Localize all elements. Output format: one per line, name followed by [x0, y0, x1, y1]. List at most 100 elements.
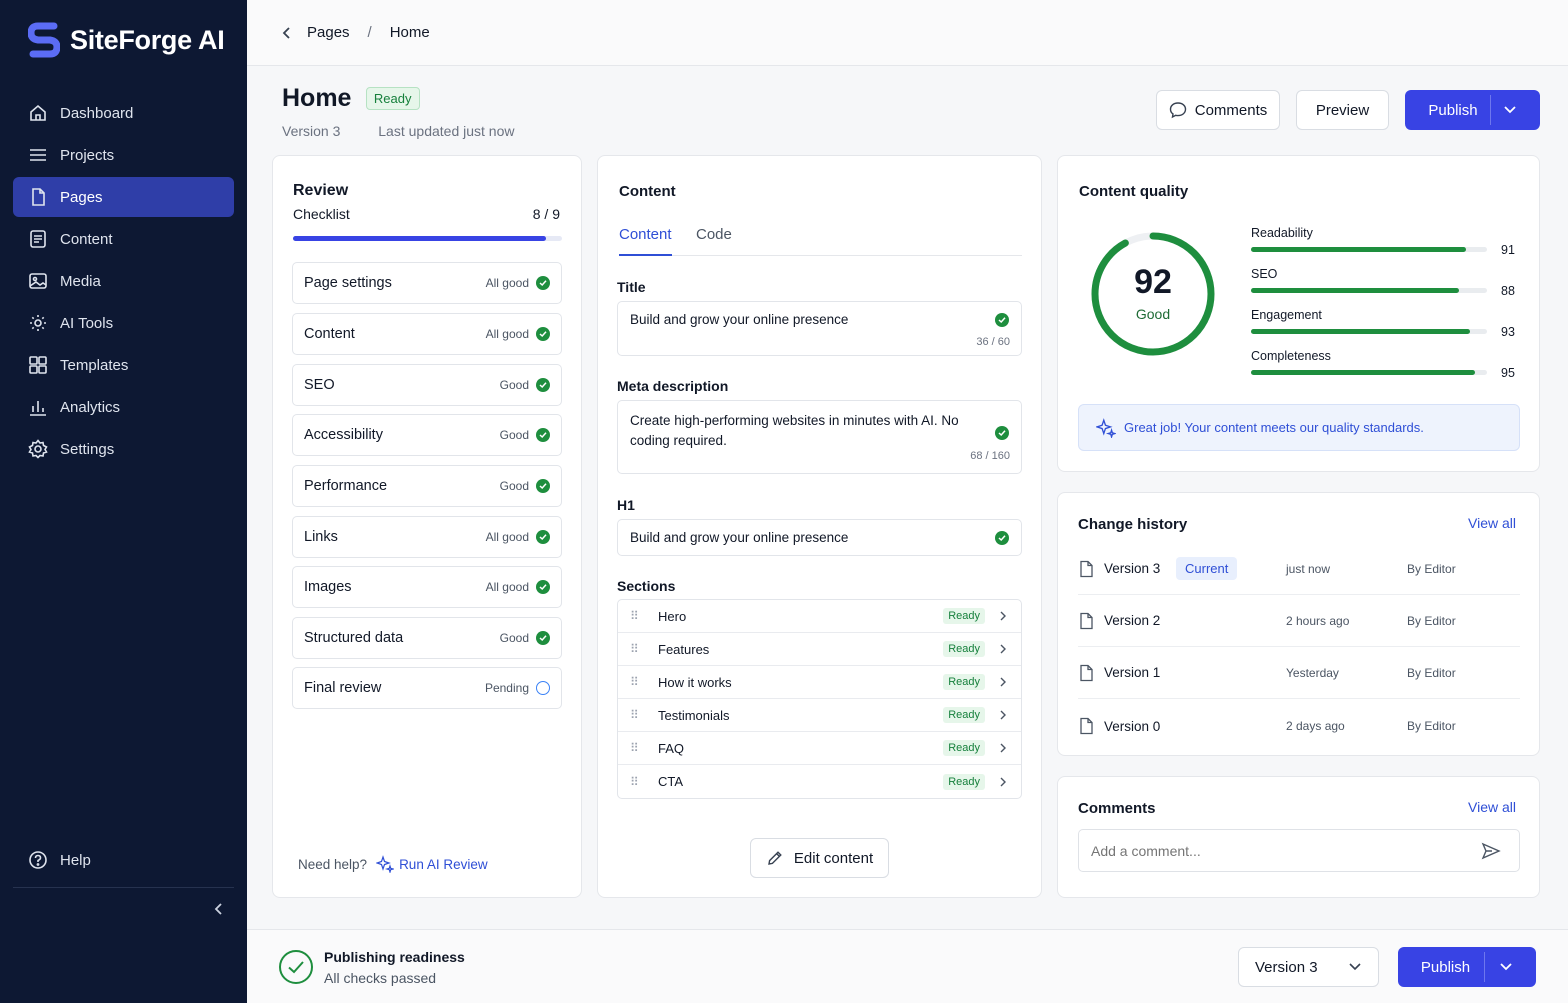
- back-button[interactable]: [277, 23, 297, 43]
- check-item-status: Good: [499, 428, 529, 442]
- gear-icon: [28, 439, 48, 459]
- check-item-links[interactable]: Links All good: [292, 516, 562, 558]
- comment-input[interactable]: [1091, 839, 1471, 863]
- check-item-label: Structured data: [304, 630, 404, 646]
- breadcrumb-pages-link[interactable]: Pages: [307, 24, 350, 41]
- sidebar-divider: [13, 887, 234, 888]
- sidebar-item-label: Analytics: [60, 398, 121, 416]
- run-ai-review-link[interactable]: Run AI Review: [399, 857, 488, 872]
- meta-description-field[interactable]: Create high-performing websites in minut…: [617, 400, 1022, 474]
- check-item-performance[interactable]: Performance Good: [292, 465, 562, 507]
- file-icon: [1080, 664, 1093, 681]
- chevron-down-icon[interactable]: [1499, 962, 1513, 972]
- h1-field[interactable]: Build and grow your online presence: [617, 519, 1022, 556]
- tab-content[interactable]: Content: [619, 226, 672, 256]
- check-item-status: Good: [499, 479, 529, 493]
- check-circle-icon: [536, 327, 550, 341]
- version-select[interactable]: Version 3: [1238, 947, 1379, 987]
- check-circle-icon: [536, 378, 550, 392]
- history-row[interactable]: Version 2 2 hours ago By Editor: [1078, 595, 1520, 647]
- app-logo[interactable]: SiteForge AI: [28, 22, 225, 58]
- sidebar-item-templates[interactable]: Templates: [13, 345, 234, 385]
- history-row[interactable]: Version 1 Yesterday By Editor: [1078, 647, 1520, 699]
- sidebar-item-analytics[interactable]: Analytics: [13, 387, 234, 427]
- title-field[interactable]: Build and grow your online presence 36 /…: [617, 301, 1022, 356]
- sidebar: SiteForge AI Dashboard Projects Pages Co…: [0, 0, 247, 1003]
- tab-code[interactable]: Code: [696, 226, 732, 243]
- drag-handle-icon[interactable]: ⠿: [630, 708, 640, 722]
- chevron-down-icon[interactable]: [1503, 105, 1517, 115]
- history-version: Version 0: [1104, 718, 1161, 734]
- sidebar-item-settings[interactable]: Settings: [13, 429, 234, 469]
- drag-handle-icon[interactable]: ⠿: [630, 642, 640, 656]
- metric-label: Readability: [1251, 226, 1313, 240]
- readiness-title: Publishing readiness: [324, 949, 465, 965]
- sidebar-item-pages[interactable]: Pages: [13, 177, 234, 217]
- check-item-content[interactable]: Content All good: [292, 313, 562, 355]
- publish-button-label[interactable]: Publish: [1428, 102, 1477, 119]
- metric-value: 95: [1501, 366, 1515, 380]
- check-item-status: All good: [485, 276, 529, 290]
- quality-score: 92: [1134, 263, 1172, 301]
- history-view-all-link[interactable]: View all: [1468, 515, 1516, 531]
- edit-content-button[interactable]: Edit content: [750, 838, 889, 878]
- section-row-cta[interactable]: ⠿ CTA Ready: [618, 765, 1021, 798]
- collapse-sidebar-button[interactable]: [208, 898, 230, 920]
- quality-message-text: Great job! Your content meets our qualit…: [1124, 420, 1424, 435]
- section-status-badge: Ready: [943, 674, 985, 690]
- check-item-status: Good: [499, 631, 529, 645]
- publish-split-button[interactable]: Publish: [1405, 90, 1540, 130]
- history-author: By Editor: [1407, 665, 1456, 680]
- comments-view-all-link[interactable]: View all: [1468, 799, 1516, 815]
- footer-publish-label[interactable]: Publish: [1421, 959, 1470, 976]
- check-item-seo[interactable]: SEO Good: [292, 364, 562, 406]
- check-item-label: Links: [304, 529, 338, 545]
- section-name: How it works: [658, 674, 732, 690]
- pencil-icon: [768, 851, 782, 865]
- chevron-right-icon: [995, 610, 1011, 622]
- drag-handle-icon[interactable]: ⠿: [630, 609, 640, 623]
- sidebar-item-dashboard[interactable]: Dashboard: [13, 93, 234, 133]
- breadcrumb: Pages / Home: [247, 0, 1568, 66]
- section-row-hero[interactable]: ⠿ Hero Ready: [618, 600, 1021, 633]
- review-title: Review: [293, 182, 349, 199]
- section-row-faq[interactable]: ⠿ FAQ Ready: [618, 732, 1021, 765]
- sidebar-item-projects[interactable]: Projects: [13, 135, 234, 175]
- readiness-subtitle: All checks passed: [324, 970, 437, 986]
- logo-icon: [28, 22, 60, 58]
- check-item-page-settings[interactable]: Page settings All good: [292, 262, 562, 304]
- sidebar-item-ai-tools[interactable]: AI Tools: [13, 303, 234, 343]
- check-item-label: Images: [304, 579, 352, 595]
- send-icon[interactable]: [1481, 842, 1501, 860]
- drag-handle-icon[interactable]: ⠿: [630, 775, 640, 789]
- preview-button[interactable]: Preview: [1296, 90, 1389, 130]
- history-row[interactable]: Version 0 2 days ago By Editor: [1078, 700, 1520, 752]
- ai-gear-icon: [28, 313, 48, 333]
- check-item-accessibility[interactable]: Accessibility Good: [292, 414, 562, 456]
- content-quality-panel: Content quality 92 Good Readability 91 S…: [1057, 155, 1540, 472]
- preview-button-label: Preview: [1315, 101, 1370, 119]
- drag-handle-icon[interactable]: ⠿: [630, 741, 640, 755]
- chevron-right-icon: [995, 742, 1011, 754]
- drag-handle-icon[interactable]: ⠿: [630, 675, 640, 689]
- check-item-status: All good: [485, 530, 529, 544]
- check-item-final-review[interactable]: Final review Pending: [292, 667, 562, 709]
- section-row-features[interactable]: ⠿ Features Ready: [618, 633, 1021, 666]
- sidebar-item-help[interactable]: Help: [13, 840, 234, 880]
- history-version: Version 1: [1104, 665, 1161, 680]
- check-item-images[interactable]: Images All good: [292, 566, 562, 608]
- breadcrumb-current: Home: [389, 24, 430, 41]
- section-row-testimonials[interactable]: ⠿ Testimonials Ready: [618, 699, 1021, 732]
- check-item-label: SEO: [304, 377, 335, 393]
- sidebar-item-content[interactable]: Content: [13, 219, 234, 259]
- quality-message: Great job! Your content meets our qualit…: [1078, 404, 1520, 451]
- chevron-down-icon: [1349, 963, 1361, 971]
- check-item-status: Pending: [484, 681, 529, 695]
- quality-score-label: Good: [1135, 306, 1171, 322]
- section-row-how-it-works[interactable]: ⠿ How it works Ready: [618, 666, 1021, 699]
- footer-publish-split-button[interactable]: Publish: [1398, 947, 1536, 987]
- history-row[interactable]: Version 3 Current just now By Editor: [1078, 543, 1520, 595]
- check-item-structured-data[interactable]: Structured data Good: [292, 617, 562, 659]
- comments-button[interactable]: Comments: [1156, 90, 1280, 130]
- sidebar-item-media[interactable]: Media: [13, 261, 234, 301]
